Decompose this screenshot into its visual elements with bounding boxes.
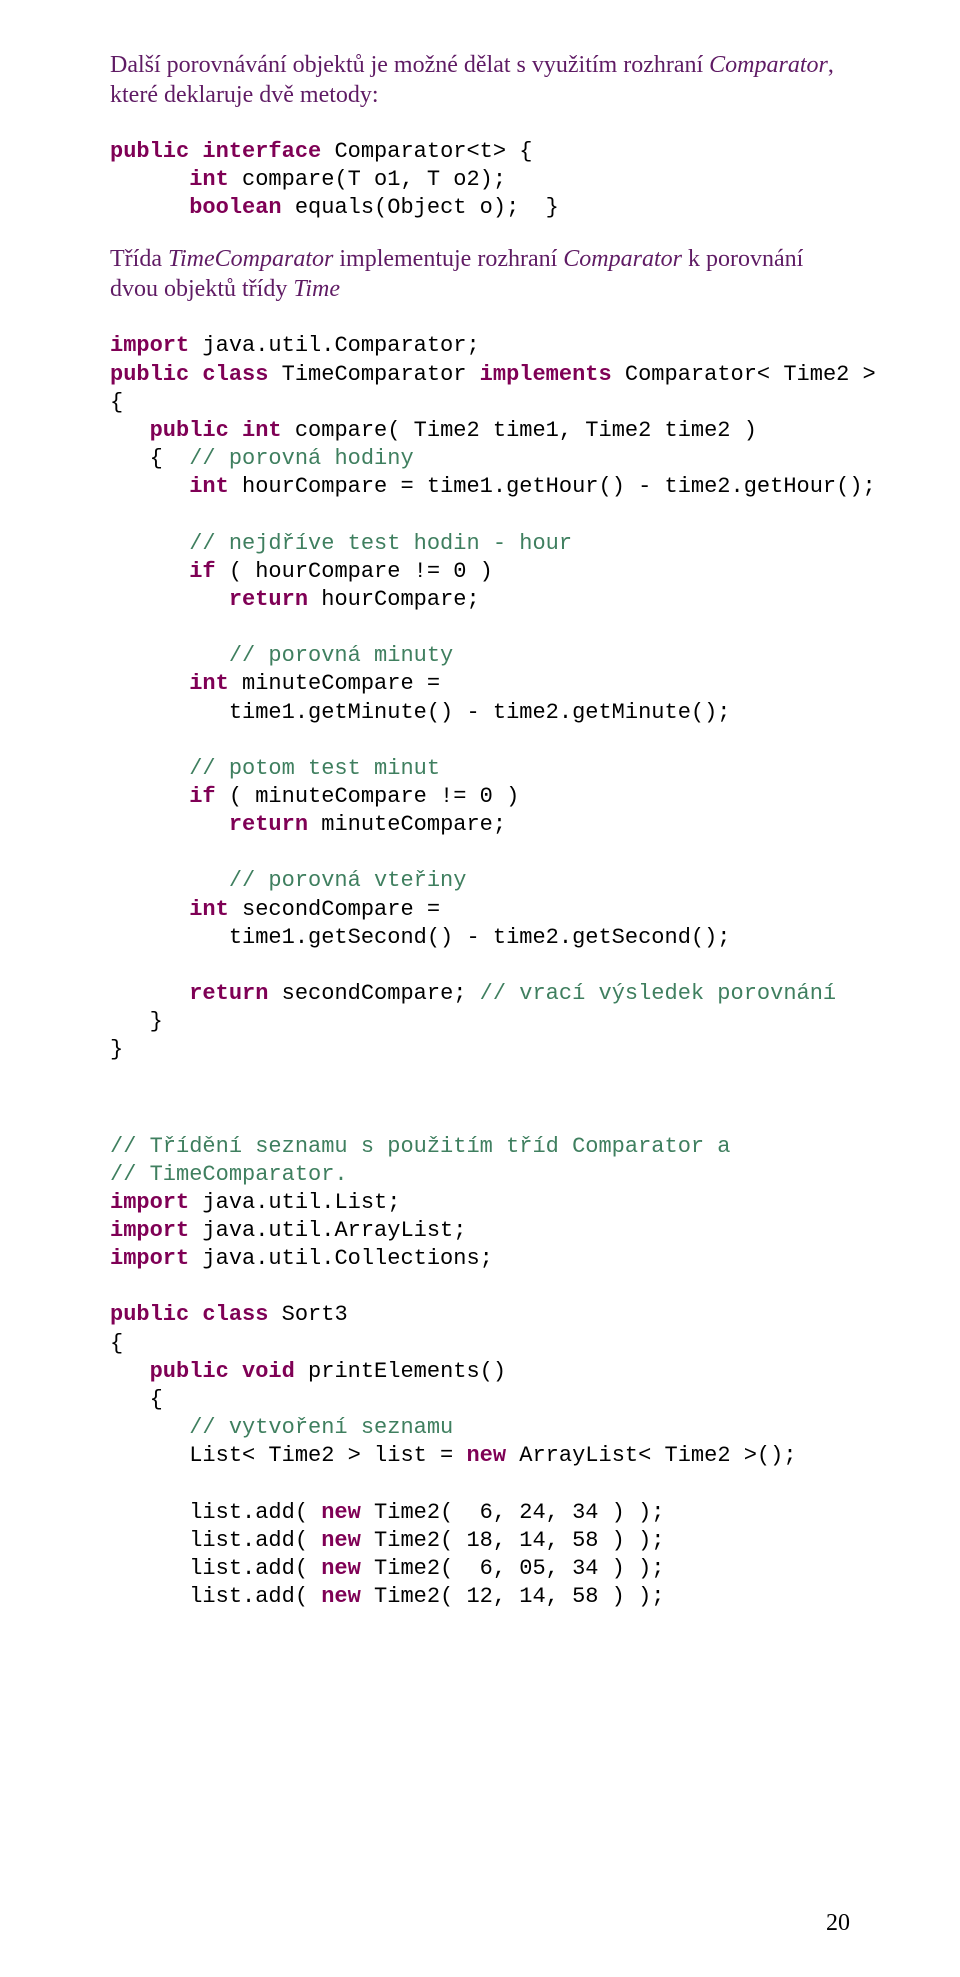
kw: interface [189, 139, 321, 164]
kw: new [321, 1556, 361, 1581]
kw: public [110, 139, 189, 164]
kw: import [110, 1190, 189, 1215]
text: ( hourCompare != 0 ) [216, 559, 493, 584]
text: implementuje rozhraní [333, 246, 563, 272]
text: Time2( 6, 24, 34 ) ); [361, 1500, 665, 1525]
text: Sort3 [268, 1302, 347, 1327]
text: { [110, 390, 123, 415]
term-timecomparator: TimeComparator [168, 246, 333, 272]
text: time1.getSecond() - time2.getSecond(); [110, 925, 731, 950]
code-block-timecomparator: import java.util.Comparator; public clas… [110, 332, 850, 1064]
term-comparator: Comparator [709, 52, 828, 78]
text: Time2( 6, 05, 34 ) ); [361, 1556, 665, 1581]
text: list.add( [110, 1500, 321, 1525]
kw: return [110, 981, 268, 1006]
kw: void [229, 1359, 295, 1384]
text: printElements() [295, 1359, 506, 1384]
kw: public [110, 362, 189, 387]
text: hourCompare; [308, 587, 480, 612]
text: java.util.Comparator; [189, 333, 479, 358]
text: Další porovnávání objektů je možné dělat… [110, 52, 709, 78]
kw: if [110, 559, 216, 584]
kw: boolean [110, 195, 282, 220]
kw: new [321, 1584, 361, 1609]
text: java.util.Collections; [189, 1246, 493, 1271]
text: compare(T o1, T o2); [229, 167, 506, 192]
text: ( minuteCompare != 0 ) [216, 784, 520, 809]
text: list.add( [110, 1556, 321, 1581]
comment: // porovná hodiny [189, 446, 413, 471]
kw: int [110, 671, 229, 696]
text: java.util.List; [189, 1190, 400, 1215]
kw: implements [480, 362, 612, 387]
text: Time2( 18, 14, 58 ) ); [361, 1528, 665, 1553]
text: java.util.ArrayList; [189, 1218, 466, 1243]
text: Comparator<t> { [321, 139, 532, 164]
text: list.add( [110, 1528, 321, 1553]
text: compare( Time2 time1, Time2 time2 ) [282, 418, 757, 443]
kw: import [110, 333, 189, 358]
page-number: 20 [826, 1910, 850, 1937]
kw: if [110, 784, 216, 809]
kw: new [321, 1500, 361, 1525]
term-time: Time [293, 276, 340, 302]
code-block-sort3: // Třídění seznamu s použitím tříd Compa… [110, 1133, 850, 1612]
text: { [110, 1331, 123, 1356]
kw: public [110, 418, 229, 443]
text: } [110, 1009, 163, 1034]
comment: // porovná vteřiny [110, 868, 466, 893]
comment: // Třídění seznamu s použitím tříd Compa… [110, 1134, 731, 1159]
document-page: Další porovnávání objektů je možné dělat… [0, 0, 960, 1977]
text: time1.getMinute() - time2.getMinute(); [110, 700, 731, 725]
kw: public [110, 1302, 189, 1327]
kw: int [110, 897, 229, 922]
kw: import [110, 1246, 189, 1271]
kw: return [110, 587, 308, 612]
text: minuteCompare; [308, 812, 506, 837]
text: secondCompare = [229, 897, 440, 922]
kw: import [110, 1218, 189, 1243]
comment: // vrací výsledek porovnání [480, 981, 836, 1006]
text: hourCompare = time1.getHour() - time2.ge… [229, 474, 876, 499]
kw: class [189, 1302, 268, 1327]
kw: int [110, 167, 229, 192]
text: list.add( [110, 1584, 321, 1609]
text: } [110, 1037, 123, 1062]
comment: // nejdříve test hodin - hour [110, 531, 572, 556]
text: { [110, 446, 189, 471]
kw: new [466, 1443, 506, 1468]
text: Třída [110, 246, 168, 272]
text: { [110, 1387, 163, 1412]
kw: class [189, 362, 268, 387]
text: Comparator< Time2 > [612, 362, 876, 387]
text: ArrayList< Time2 >(); [506, 1443, 796, 1468]
comment: // TimeComparator. [110, 1162, 348, 1187]
code-block-interface: public interface Comparator<t> { int com… [110, 138, 850, 222]
comment: // potom test minut [110, 756, 440, 781]
text: secondCompare; [268, 981, 479, 1006]
kw: int [110, 474, 229, 499]
text: minuteCompare = [229, 671, 440, 696]
kw: return [110, 812, 308, 837]
intro-paragraph-1: Další porovnávání objektů je možné dělat… [110, 50, 850, 110]
text: TimeComparator [268, 362, 479, 387]
comment: // vytvoření seznamu [110, 1415, 453, 1440]
term-comparator: Comparator [563, 246, 682, 272]
text: List< Time2 > list = [110, 1443, 466, 1468]
kw: new [321, 1528, 361, 1553]
kw: public [110, 1359, 229, 1384]
text: equals(Object o); } [282, 195, 559, 220]
kw: int [229, 418, 282, 443]
intro-paragraph-2: Třída TimeComparator implementuje rozhra… [110, 244, 850, 304]
comment: // porovná minuty [110, 643, 453, 668]
text: Time2( 12, 14, 58 ) ); [361, 1584, 665, 1609]
